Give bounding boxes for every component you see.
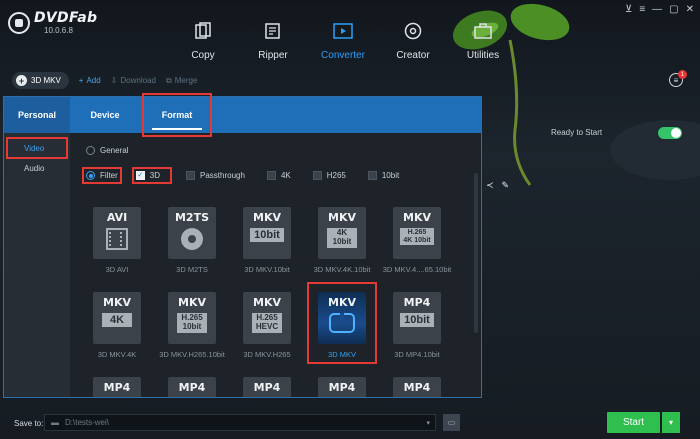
tab-format[interactable]: Format	[142, 93, 212, 137]
download-button[interactable]: ⇩ Download	[111, 76, 156, 85]
browse-folder-button[interactable]: ▭	[443, 414, 460, 431]
filter-option[interactable]: Filter	[82, 167, 122, 184]
start-button[interactable]: Start	[607, 412, 660, 433]
output-path-field[interactable]: ▬ D:\tests-wei\ ▾	[44, 414, 436, 431]
format-3d-mkv-10bit[interactable]: MKV 10bit 3D MKV.10bit	[230, 207, 304, 274]
output-path-value: D:\tests-wei\	[65, 418, 110, 427]
profile-popup: Personal Device Format Video Audio Gener…	[3, 93, 482, 398]
module-converter[interactable]: Converter	[308, 20, 378, 61]
module-bar: Copy Ripper Converter Creator Utilities	[168, 20, 518, 61]
folder-icon: ▬	[51, 418, 59, 427]
download-icon: ⇩	[110, 76, 118, 85]
module-copy[interactable]: Copy	[168, 20, 238, 61]
format-tile[interactable]: MP4	[155, 377, 229, 397]
converter-icon	[332, 20, 354, 42]
format-3d-mkv-h265-10bit[interactable]: MKV H.265 10bit 3D MKV.H265.10bit	[155, 292, 229, 359]
menu-icon[interactable]: ≡	[639, 4, 645, 15]
save-to-label: Save to:	[14, 419, 44, 428]
module-creator[interactable]: Creator	[378, 20, 448, 61]
format-tile[interactable]: MP4	[380, 377, 454, 397]
10bit-option[interactable]: 10bit	[367, 171, 399, 180]
module-ripper[interactable]: Ripper	[238, 20, 308, 61]
10bit-checkbox[interactable]	[367, 171, 377, 180]
tab-device[interactable]: Device	[70, 97, 140, 133]
mode-label: 3D MKV	[31, 76, 61, 85]
format-3d-m2ts[interactable]: M2TS 3D M2TS	[155, 207, 229, 274]
selected-format-highlight	[307, 282, 377, 364]
3d-checkbox[interactable]: ✓	[135, 171, 145, 180]
task-count-badge: 1	[678, 70, 687, 79]
film-icon	[106, 228, 128, 250]
format-3d-mkv-4k[interactable]: MKV 4K 3D MKV.4K	[80, 292, 154, 359]
format-panel: General Filter ✓ 3D Passthrough 4K H265	[70, 133, 481, 397]
merge-icon: ⧉	[165, 75, 172, 85]
toolbar: + 3D MKV + Add ⇩ Download ⧉ Merge	[12, 72, 197, 89]
creator-icon	[402, 20, 424, 42]
category-sidebar: Video Audio	[4, 133, 70, 397]
close-icon[interactable]: ✕	[686, 4, 694, 15]
chevron-down-icon: ▾	[668, 418, 673, 427]
title-controls: ≺ ✎	[486, 180, 509, 191]
utilities-icon	[472, 20, 494, 42]
module-utilities[interactable]: Utilities	[448, 20, 518, 61]
format-tile[interactable]: MP4	[80, 377, 154, 397]
general-radio[interactable]	[86, 146, 95, 155]
format-3d-mkv-4k-h265-10bit[interactable]: MKV H.265 4K 10bit 3D MKV.4....65.10bit	[380, 207, 454, 274]
start-options-dropdown[interactable]: ▾	[662, 412, 680, 433]
pin-icon[interactable]: ⊻	[625, 4, 632, 15]
app-logo: DVDFab 10.0.6.8	[8, 10, 97, 35]
ready-status: Ready to Start	[551, 128, 603, 137]
plus-icon: +	[78, 76, 84, 85]
tab-personal[interactable]: Personal	[4, 97, 70, 133]
copy-icon	[192, 20, 214, 42]
4k-checkbox[interactable]	[266, 171, 276, 180]
app-version: 10.0.6.8	[44, 26, 73, 35]
plus-circle-icon: +	[16, 75, 27, 86]
filter-radio[interactable]	[86, 171, 95, 180]
sidebar-item-video[interactable]: Video	[6, 137, 68, 159]
format-3d-avi[interactable]: AVI 3D AVI	[80, 207, 154, 274]
format-3d-mp4-10bit[interactable]: MP4 10bit 3D MP4.10bit	[380, 292, 454, 359]
list-icon: ≡	[673, 75, 679, 85]
h265-checkbox[interactable]	[312, 171, 322, 180]
chevron-down-icon[interactable]: ▾	[426, 419, 430, 427]
passthrough-checkbox[interactable]	[186, 171, 196, 180]
h265-option[interactable]: H265	[312, 171, 346, 180]
ready-toggle[interactable]	[658, 127, 682, 139]
sidebar-item-audio[interactable]: Audio	[4, 157, 70, 179]
maximize-icon[interactable]: ▢	[669, 4, 678, 15]
module-label: Ripper	[258, 50, 288, 61]
edit-icon[interactable]: ✎	[502, 180, 510, 191]
folder-open-icon: ▭	[447, 418, 456, 427]
share-icon[interactable]: ≺	[486, 180, 494, 191]
window-controls: ⊻ ≡ — ▢ ✕	[625, 4, 694, 15]
format-scrollbar[interactable]	[474, 173, 478, 333]
ripper-icon	[262, 20, 284, 42]
format-tile[interactable]: MP4	[305, 377, 379, 397]
passthrough-option[interactable]: Passthrough	[186, 171, 245, 180]
dvdfab-logo-icon	[8, 11, 30, 34]
format-3d-mkv-h265[interactable]: MKV H.265 HEVC 3D MKV.H265	[230, 292, 304, 359]
filter-row: Filter ✓ 3D Passthrough 4K H265 10bit	[82, 167, 399, 184]
general-option[interactable]: General	[86, 146, 128, 155]
3d-option[interactable]: ✓ 3D	[131, 167, 173, 184]
module-label: Utilities	[466, 50, 500, 61]
4k-option[interactable]: 4K	[266, 171, 291, 180]
app-name: DVDFab	[34, 10, 98, 26]
module-label: Converter	[321, 50, 365, 61]
merge-button[interactable]: ⧉ Merge	[166, 76, 197, 86]
mode-selector-button[interactable]: + 3D MKV	[12, 72, 69, 89]
minimize-icon[interactable]: —	[652, 4, 662, 15]
module-label: Copy	[191, 50, 215, 61]
film-reel-icon	[181, 228, 203, 250]
add-button[interactable]: + Add	[79, 76, 101, 85]
format-3d-mkv-4k-10bit[interactable]: MKV 4K 10bit 3D MKV.4K.10bit	[305, 207, 379, 274]
profile-tabs: Personal Device Format	[4, 93, 481, 137]
task-queue-button[interactable]: ≡ 1	[669, 70, 687, 87]
module-label: Creator	[396, 50, 430, 61]
format-tile[interactable]: MP4	[230, 377, 304, 397]
